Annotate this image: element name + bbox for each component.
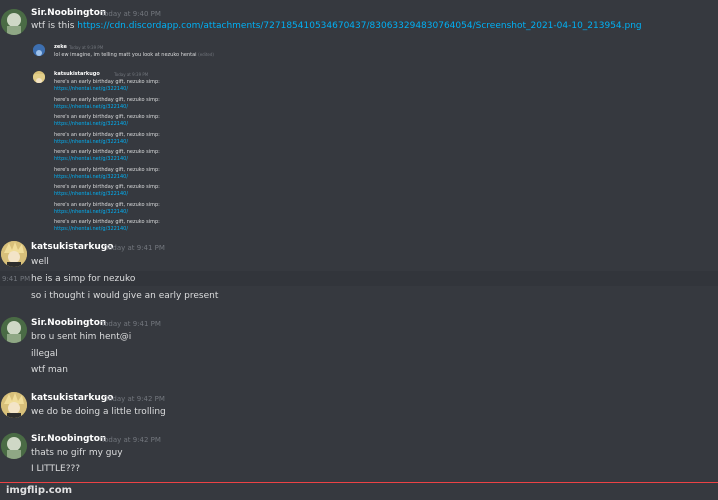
message-text: thats no gifr my guy [31,448,123,458]
embed-spam-link: https://nhentai.net/g/322140/ [54,103,129,110]
avatar[interactable] [1,9,27,35]
embed-spam-text: here's an early birthday gift, nezuko si… [54,114,160,120]
new-messages-divider [0,482,718,483]
attachment-link[interactable]: https://cdn.discordapp.com/attachments/7… [77,21,641,31]
username[interactable]: Sir.Noobington [31,8,106,18]
message-text: he is a simp for nezuko [31,274,136,284]
embed-avatar-katsu [33,71,45,83]
username[interactable]: Sir.Noobington [31,434,106,444]
timestamp: Today at 9:40 PM [101,10,161,18]
message-text: illegal [31,349,58,359]
hover-timestamp: 9:41 PM [2,275,31,283]
message-text: I LITTLE??? [31,464,81,474]
message-text: bro u sent him hent@i [31,332,132,342]
username[interactable]: katsukistarkugo [31,242,113,252]
embed-spam-text: here's an early birthday gift, nezuko si… [54,219,160,225]
message-text: well [31,257,49,267]
embed-username: katsukistarkugo [54,71,100,77]
imgflip-watermark: imgflip.com [6,485,73,496]
timestamp: Today at 9:41 PM [105,244,165,252]
embed-edited-tag: (edited) [198,52,214,57]
message-text: wtf man [31,365,68,375]
message-text-prefix: wtf is this [31,21,78,31]
timestamp: Today at 9:41 PM [101,320,161,328]
embedded-screenshot[interactable]: zeke Today at 9:39 PM lol ew imagine, im… [30,41,532,232]
embed-spam-text: here's an early birthday gift, nezuko si… [54,184,160,190]
embed-spam-text: here's an early birthday gift, nezuko si… [54,79,160,85]
avatar[interactable] [1,433,27,459]
embed-spam-link: https://nhentai.net/g/322140/ [54,121,129,127]
embed-spam-text: here's an early birthday gift, nezuko si… [54,96,160,103]
avatar[interactable] [1,392,27,418]
embed-spam-text: here's an early birthday gift, nezuko si… [54,201,160,208]
timestamp: Today at 9:42 PM [105,395,165,403]
embed-timestamp: Today at 9:39 PM [114,72,149,77]
embed-timestamp: Today at 9:39 PM [69,45,104,50]
username[interactable]: katsukistarkugo [31,393,113,403]
embed-spam-link: https://nhentai.net/g/322140/ [54,173,129,180]
avatar[interactable] [1,241,27,267]
embed-spam-link: https://nhentai.net/g/322140/ [54,86,129,92]
avatar[interactable] [1,317,27,343]
timestamp: Today at 9:42 PM [101,436,161,444]
embed-username: zeke [54,44,67,50]
embed-message-body: lol ew imagine, im telling matt you look… [54,52,197,58]
embed-avatar-zeke [33,44,45,56]
embed-spam-link: https://nhentai.net/g/322140/ [54,226,129,232]
username[interactable]: Sir.Noobington [31,318,106,328]
embed-spam-link: https://nhentai.net/g/322140/ [54,208,129,215]
embed-spam-link: https://nhentai.net/g/322140/ [54,191,129,197]
embed-spam-link: https://nhentai.net/g/322140/ [54,156,129,162]
message-text: so i thought i would give an early prese… [31,291,219,301]
message-text: we do be doing a little trolling [31,407,166,417]
embed-spam-text: here's an early birthday gift, nezuko si… [54,131,160,138]
embed-spam-text: here's an early birthday gift, nezuko si… [54,166,160,173]
embed-spam-link: https://nhentai.net/g/322140/ [54,138,129,145]
message-text: wtf is this https://cdn.discordapp.com/a… [31,21,642,31]
embed-message: lol ew imagine, im telling matt you look… [54,52,214,58]
embed-spam-text: here's an early birthday gift, nezuko si… [54,149,160,155]
